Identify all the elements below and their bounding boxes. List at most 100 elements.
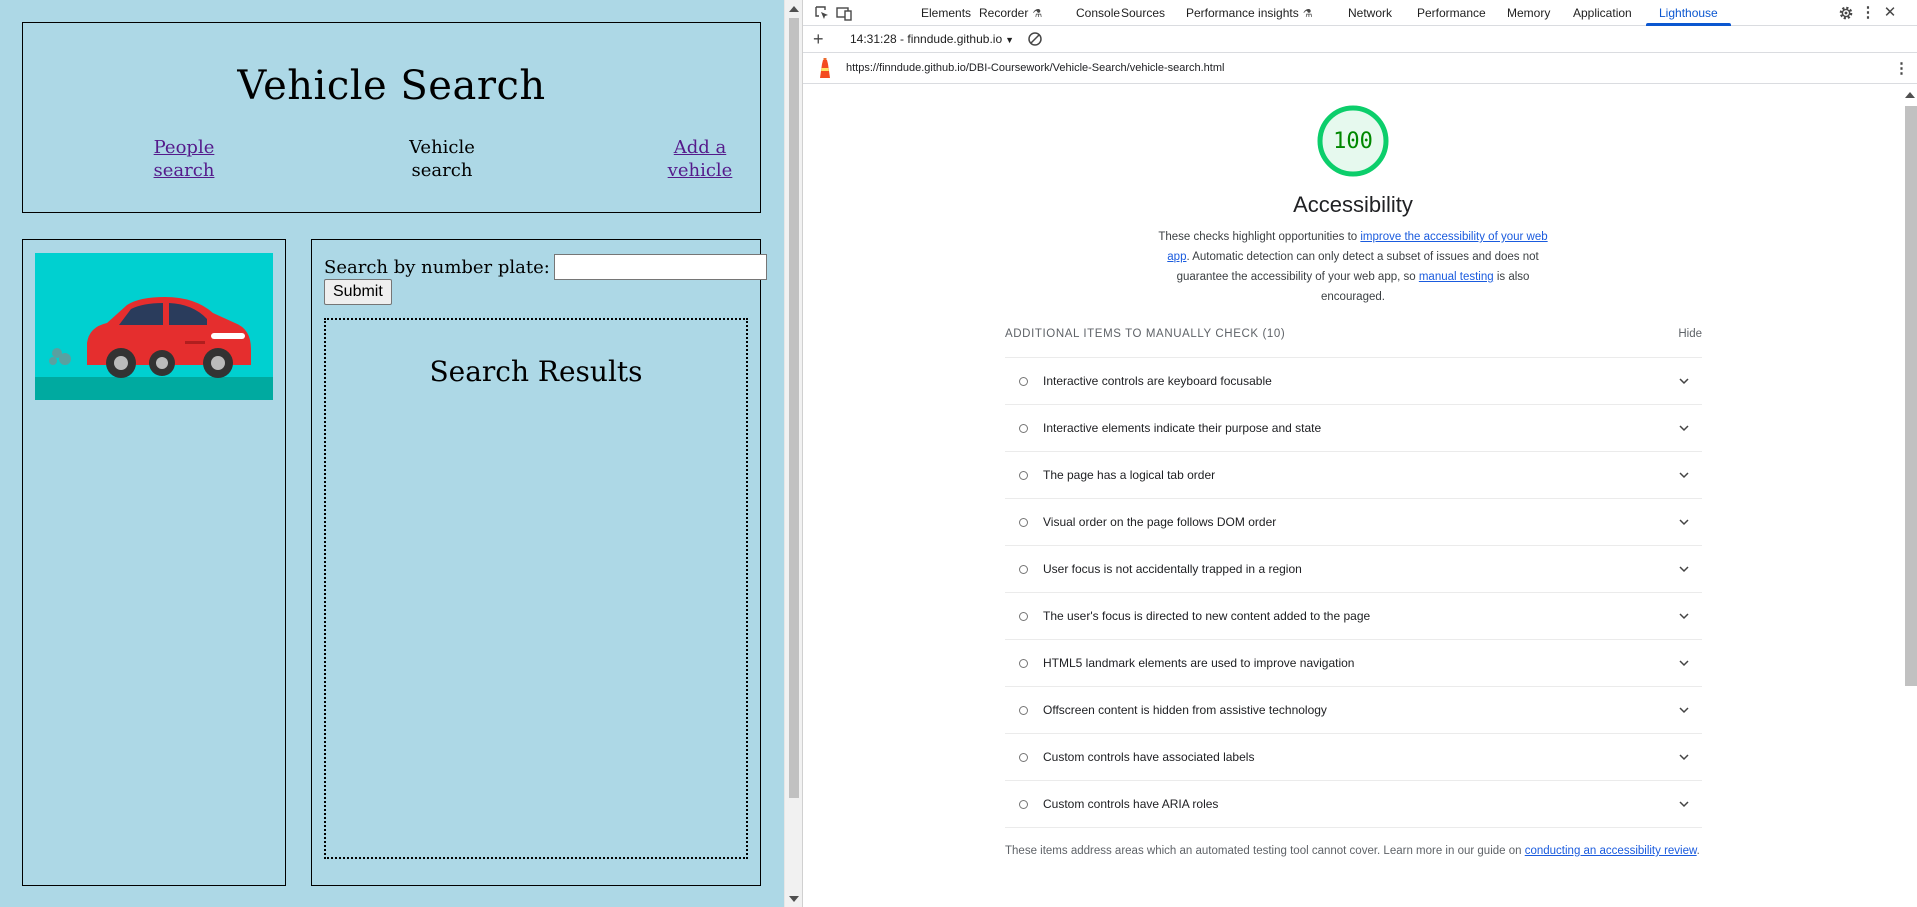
chevron-down-icon[interactable] bbox=[1678, 610, 1690, 622]
audit-status-icon bbox=[1019, 706, 1028, 715]
settings-icon[interactable] bbox=[1838, 5, 1854, 21]
audit-item-label: The page has a logical tab order bbox=[1043, 468, 1216, 482]
audit-item[interactable]: Visual order on the page follows DOM ord… bbox=[1005, 499, 1702, 546]
tab-elements[interactable]: Elements bbox=[921, 0, 971, 26]
manual-checks-footer: These items address areas which an autom… bbox=[1005, 841, 1705, 861]
chevron-down-icon[interactable] bbox=[1678, 469, 1690, 481]
device-toggle-icon[interactable] bbox=[836, 5, 852, 21]
plate-search-label: Search by number plate: bbox=[324, 256, 550, 278]
audit-status-icon bbox=[1019, 424, 1028, 433]
chevron-down-icon[interactable] bbox=[1678, 422, 1690, 434]
chevron-down-icon[interactable] bbox=[1678, 751, 1690, 763]
devtools-tabbar: Elements Recorder ⚗ Console Sources Perfo… bbox=[803, 0, 1917, 26]
nav-vehicle-search: Vehicle search bbox=[409, 137, 475, 181]
audit-item[interactable]: HTML5 landmark elements are used to impr… bbox=[1005, 640, 1702, 687]
manual-checks-title: Additional items to manually check (10) bbox=[1005, 328, 1286, 340]
chevron-down-icon[interactable] bbox=[1678, 516, 1690, 528]
report-menu-icon[interactable]: ⋮ bbox=[1894, 59, 1909, 77]
devtools-panel: Elements Recorder ⚗ Console Sources Perfo… bbox=[802, 0, 1917, 907]
tab-recorder[interactable]: Recorder ⚗ bbox=[979, 0, 1042, 26]
audit-item[interactable]: The user's focus is directed to new cont… bbox=[1005, 593, 1702, 640]
nav-people-search-link[interactable]: People search bbox=[154, 137, 215, 181]
submit-button[interactable]: Submit bbox=[324, 279, 392, 305]
search-row: Search by number plate: bbox=[324, 254, 767, 280]
report-url: https://finndude.github.io/DBI-Coursewor… bbox=[846, 62, 1225, 74]
score-value: 100 bbox=[1333, 129, 1373, 154]
scroll-down-arrow-icon[interactable] bbox=[789, 896, 799, 902]
accessibility-review-guide-link[interactable]: conducting an accessibility review bbox=[1525, 845, 1697, 857]
tab-memory[interactable]: Memory bbox=[1507, 0, 1550, 26]
tab-application[interactable]: Application bbox=[1573, 0, 1632, 26]
report-scrollbar[interactable] bbox=[1900, 84, 1917, 907]
report-selector-label: 14:31:28 - finndude.github.io bbox=[850, 32, 1003, 46]
site-header: Vehicle Search People search Vehicle sea… bbox=[22, 22, 761, 213]
audit-item[interactable]: Interactive controls are keyboard focusa… bbox=[1005, 358, 1702, 405]
nav-add-vehicle[interactable]: Add a vehicle bbox=[640, 136, 760, 182]
close-icon[interactable]: ✕ bbox=[1882, 5, 1898, 21]
audit-item[interactable]: User focus is not accidentally trapped i… bbox=[1005, 546, 1702, 593]
report-scroll-thumb[interactable] bbox=[1905, 106, 1917, 686]
chevron-down-icon[interactable] bbox=[1678, 704, 1690, 716]
tab-console[interactable]: Console bbox=[1076, 0, 1120, 26]
audit-item-label: Custom controls have ARIA roles bbox=[1043, 797, 1219, 811]
tab-sources[interactable]: Sources bbox=[1121, 0, 1165, 26]
audit-item-label: Interactive elements indicate their purp… bbox=[1043, 421, 1322, 435]
audit-item[interactable]: Custom controls have associated labels bbox=[1005, 734, 1702, 781]
website-viewport: Vehicle Search People search Vehicle sea… bbox=[0, 0, 784, 907]
lighthouse-report: 100 Accessibility These checks highlight… bbox=[803, 84, 1900, 907]
main-content: Search by number plate: Submit Search Re… bbox=[311, 239, 767, 886]
plate-search-input[interactable] bbox=[553, 254, 767, 280]
tab-performance-insights-label: Performance insights bbox=[1186, 6, 1299, 20]
audit-item-label: Interactive controls are keyboard focusa… bbox=[1043, 374, 1272, 388]
page-title: Vehicle Search bbox=[237, 63, 546, 109]
tab-recorder-label: Recorder bbox=[979, 6, 1029, 20]
sidebar bbox=[22, 239, 286, 886]
audit-item[interactable]: Custom controls have ARIA roles bbox=[1005, 781, 1702, 828]
scroll-up-arrow-icon[interactable] bbox=[1905, 92, 1915, 98]
audit-status-icon bbox=[1019, 753, 1028, 762]
report-selector[interactable]: 14:31:28 - finndude.github.io ▼ bbox=[850, 32, 1014, 46]
audit-status-icon bbox=[1019, 800, 1028, 809]
audit-item[interactable]: Offscreen content is hidden from assisti… bbox=[1005, 687, 1702, 734]
audit-item-label: The user's focus is directed to new cont… bbox=[1043, 609, 1371, 623]
footer-text: . bbox=[1696, 845, 1700, 857]
nav-add-vehicle-link[interactable]: Add a vehicle bbox=[668, 137, 733, 181]
tab-performance-insights[interactable]: Performance insights ⚗ bbox=[1186, 0, 1313, 26]
tab-network[interactable]: Network bbox=[1348, 0, 1392, 26]
lighthouse-toolbar: + 14:31:28 - finndude.github.io ▼ bbox=[803, 26, 1917, 53]
description-text: These checks highlight opportunities to bbox=[1158, 231, 1361, 243]
page-scroll-thumb[interactable] bbox=[789, 18, 799, 798]
tab-performance[interactable]: Performance bbox=[1417, 0, 1486, 26]
lighthouse-logo-icon bbox=[820, 58, 830, 78]
audit-item-label: User focus is not accidentally trapped i… bbox=[1043, 562, 1302, 576]
manual-audit-list: Interactive controls are keyboard focusa… bbox=[1005, 357, 1702, 828]
audit-status-icon bbox=[1019, 518, 1028, 527]
page-scrollbar[interactable] bbox=[784, 0, 802, 907]
audit-status-icon bbox=[1019, 565, 1028, 574]
footer-text: These items address areas which an autom… bbox=[1005, 845, 1525, 857]
search-results-panel: Search Results bbox=[324, 318, 748, 859]
audit-item[interactable]: The page has a logical tab order bbox=[1005, 452, 1702, 499]
chevron-down-icon[interactable] bbox=[1678, 657, 1690, 669]
audit-item[interactable]: Interactive elements indicate their purp… bbox=[1005, 405, 1702, 452]
more-vert-icon[interactable]: ⋮ bbox=[1860, 5, 1876, 21]
category-title: Accessibility bbox=[1293, 192, 1413, 217]
chevron-down-icon[interactable] bbox=[1678, 798, 1690, 810]
chevron-down-icon[interactable] bbox=[1678, 563, 1690, 575]
add-report-icon[interactable]: + bbox=[813, 29, 824, 49]
inspect-icon[interactable] bbox=[814, 5, 830, 21]
clear-report-icon[interactable] bbox=[1027, 31, 1043, 47]
nav-people-search[interactable]: People search bbox=[124, 136, 244, 182]
chevron-down-icon[interactable] bbox=[1678, 375, 1690, 387]
audit-item-label: Custom controls have associated labels bbox=[1043, 750, 1255, 764]
scroll-up-arrow-icon[interactable] bbox=[789, 6, 799, 12]
hide-button[interactable]: Hide bbox=[1678, 328, 1702, 340]
audit-item-label: Visual order on the page follows DOM ord… bbox=[1043, 515, 1277, 529]
search-results-title: Search Results bbox=[429, 355, 643, 388]
manual-testing-link[interactable]: manual testing bbox=[1419, 271, 1494, 283]
car-image bbox=[35, 253, 273, 400]
report-url-bar: https://finndude.github.io/DBI-Coursewor… bbox=[803, 53, 1917, 84]
audit-status-icon bbox=[1019, 471, 1028, 480]
audit-item-label: Offscreen content is hidden from assisti… bbox=[1043, 703, 1327, 717]
flask-icon: ⚗ bbox=[1302, 8, 1313, 20]
